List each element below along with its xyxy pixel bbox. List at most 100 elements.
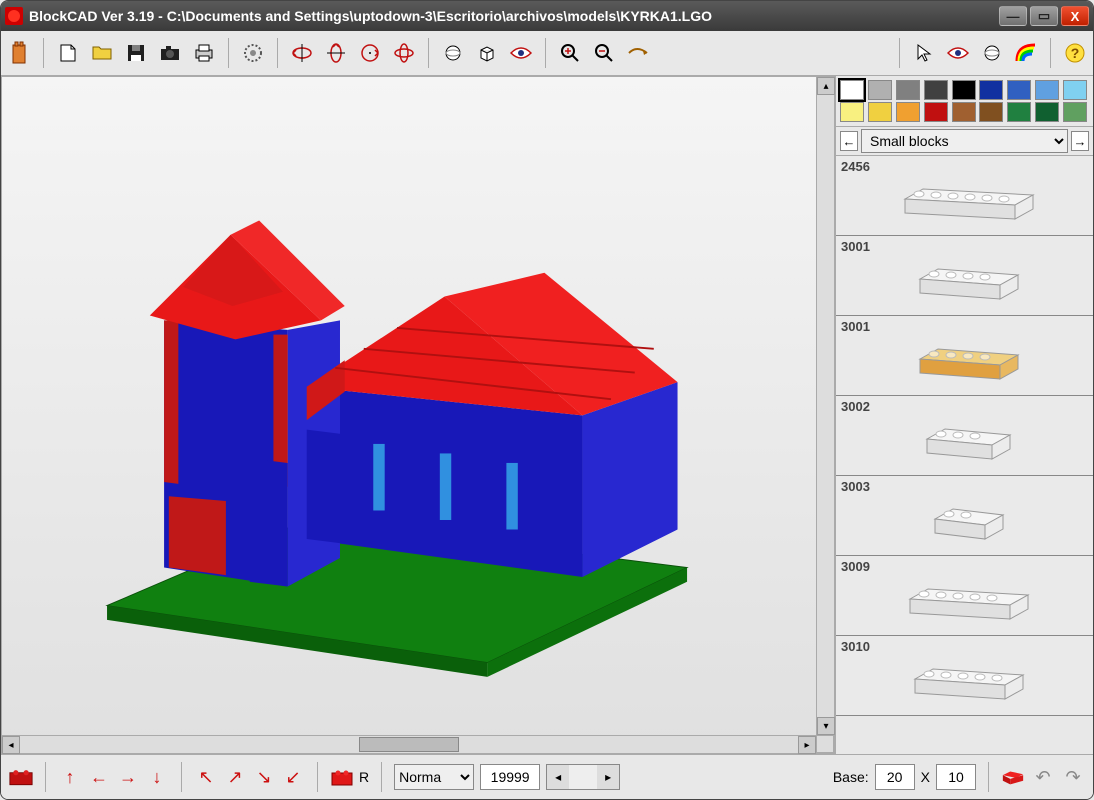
color-swatch[interactable]: [1007, 102, 1031, 122]
block-list[interactable]: 2456 3001 3001 3002 3003 3009 3010: [836, 156, 1093, 754]
block-preview: [841, 494, 1088, 552]
vertical-scrollbar[interactable]: ▴ ▾: [816, 77, 834, 735]
help-icon[interactable]: ?: [1061, 39, 1089, 67]
model-scene: [69, 145, 735, 686]
zoom-out-icon[interactable]: [590, 39, 618, 67]
app-icon: [5, 7, 23, 25]
zoom-in-icon[interactable]: [556, 39, 584, 67]
save-file-icon[interactable]: [122, 39, 150, 67]
block-id-label: 3003: [841, 479, 1088, 494]
spin-right-button[interactable]: ▸: [597, 765, 619, 789]
scroll-thumb[interactable]: [359, 737, 459, 752]
maximize-button[interactable]: ▭: [1030, 6, 1058, 26]
arrow-left-icon[interactable]: ←: [87, 765, 111, 789]
color-swatch[interactable]: [840, 80, 864, 100]
rotate-z-icon[interactable]: [356, 39, 384, 67]
color-swatch[interactable]: [924, 80, 948, 100]
arrow-down-icon[interactable]: ↓: [145, 765, 169, 789]
category-row: ← Small blocks →: [836, 127, 1093, 156]
block-preview: [841, 574, 1088, 632]
base-y-field[interactable]: [936, 764, 976, 790]
category-select[interactable]: Small blocks: [861, 129, 1068, 153]
color-swatch[interactable]: [1063, 80, 1087, 100]
bottom-toolbar: ↑ ← → ↓ ↖ ↗ ↘ ↙ R Norma ◂ ▸ Ba: [1, 754, 1093, 799]
scroll-down-button[interactable]: ▾: [817, 717, 835, 735]
cube-icon[interactable]: [473, 39, 501, 67]
eye-mode-icon[interactable]: [944, 39, 972, 67]
block-item[interactable]: 3010: [836, 636, 1093, 716]
minimize-button[interactable]: —: [999, 6, 1027, 26]
rainbow-icon[interactable]: [1012, 39, 1040, 67]
next-category-button[interactable]: →: [1071, 131, 1089, 151]
block-item[interactable]: 3009: [836, 556, 1093, 636]
block-item[interactable]: 3002: [836, 396, 1093, 476]
sphere-mode-icon[interactable]: [978, 39, 1006, 67]
arrow-right-icon[interactable]: →: [116, 765, 140, 789]
side-panel: ← Small blocks → 2456 3001 3001 3002 300…: [835, 76, 1093, 754]
rotate-free-icon[interactable]: [390, 39, 418, 67]
brick-icon[interactable]: [5, 39, 33, 67]
block-preview: [841, 174, 1088, 232]
print-icon[interactable]: [190, 39, 218, 67]
block-item[interactable]: 3001: [836, 316, 1093, 396]
redo-icon[interactable]: ↷: [1061, 765, 1085, 789]
cursor-icon[interactable]: [910, 39, 938, 67]
block-id-label: 2456: [841, 159, 1088, 174]
scroll-corner: [816, 735, 834, 753]
camera-icon[interactable]: [156, 39, 184, 67]
layer-select[interactable]: Norma: [394, 764, 474, 790]
color-swatch[interactable]: [896, 102, 920, 122]
spinner[interactable]: ◂ ▸: [546, 764, 620, 790]
arrow-downright-icon[interactable]: ↘: [252, 765, 276, 789]
open-file-icon[interactable]: [88, 39, 116, 67]
color-swatch[interactable]: [979, 102, 1003, 122]
gear-icon[interactable]: [239, 39, 267, 67]
horizontal-scrollbar[interactable]: ◂ ▸: [2, 735, 816, 753]
color-swatch[interactable]: [868, 102, 892, 122]
arrow-downleft-icon[interactable]: ↙: [281, 765, 305, 789]
window-title: BlockCAD Ver 3.19 - C:\Documents and Set…: [29, 8, 999, 24]
arrow-up-icon[interactable]: ↑: [58, 765, 82, 789]
color-swatch[interactable]: [1063, 102, 1087, 122]
pan-icon[interactable]: [624, 39, 652, 67]
color-palette: [836, 76, 1093, 127]
color-swatch[interactable]: [1035, 102, 1059, 122]
undo-icon[interactable]: ↶: [1031, 765, 1055, 789]
place-brick-icon[interactable]: [9, 765, 33, 789]
app-window: BlockCAD Ver 3.19 - C:\Documents and Set…: [0, 0, 1094, 800]
color-swatch[interactable]: [952, 102, 976, 122]
count-field[interactable]: [480, 764, 540, 790]
arrow-upleft-icon[interactable]: ↖: [194, 765, 218, 789]
sphere-icon[interactable]: [439, 39, 467, 67]
scroll-up-button[interactable]: ▴: [817, 77, 835, 95]
new-file-icon[interactable]: [54, 39, 82, 67]
block-item[interactable]: 3001: [836, 236, 1093, 316]
close-button[interactable]: X: [1061, 6, 1089, 26]
rotate-x-icon[interactable]: [288, 39, 316, 67]
prev-category-button[interactable]: ←: [840, 131, 858, 151]
base-x-field[interactable]: [875, 764, 915, 790]
block-item[interactable]: 2456: [836, 156, 1093, 236]
canvas[interactable]: [2, 77, 834, 753]
arrow-upright-icon[interactable]: ↗: [223, 765, 247, 789]
color-swatch[interactable]: [924, 102, 948, 122]
rotate-y-icon[interactable]: [322, 39, 350, 67]
eye-icon[interactable]: [507, 39, 535, 67]
scroll-right-button[interactable]: ▸: [798, 736, 816, 754]
color-swatch[interactable]: [896, 80, 920, 100]
block-preview: [841, 654, 1088, 712]
color-swatch[interactable]: [952, 80, 976, 100]
color-swatch[interactable]: [979, 80, 1003, 100]
block-item[interactable]: 3003: [836, 476, 1093, 556]
color-swatch[interactable]: [840, 102, 864, 122]
block-preview: [841, 334, 1088, 392]
color-swatch[interactable]: [868, 80, 892, 100]
color-swatch[interactable]: [1007, 80, 1031, 100]
current-brick-icon[interactable]: [330, 765, 354, 789]
scroll-left-button[interactable]: ◂: [2, 736, 20, 754]
spin-thumb[interactable]: [569, 765, 597, 789]
red-brick-icon[interactable]: [1001, 765, 1025, 789]
main-toolbar: ?: [1, 31, 1093, 76]
spin-left-button[interactable]: ◂: [547, 765, 569, 789]
color-swatch[interactable]: [1035, 80, 1059, 100]
